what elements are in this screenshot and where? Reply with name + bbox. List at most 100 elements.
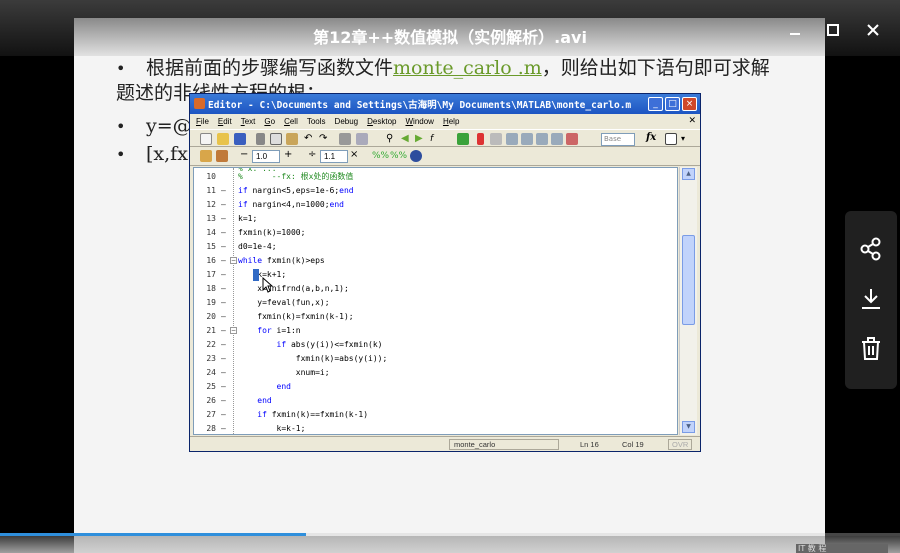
- editor-title: Editor - C:\Documents and Settings\古海明\M…: [208, 100, 632, 111]
- help-info-icon[interactable]: [410, 150, 422, 162]
- redo-icon[interactable]: ↷: [319, 133, 331, 145]
- mouse-pointer-icon: [262, 277, 274, 293]
- menu-window[interactable]: Window: [399, 114, 436, 126]
- cell-eval-icon[interactable]: [200, 150, 212, 162]
- menu-go[interactable]: Go: [258, 114, 278, 126]
- video-player: • 根据前面的步骤编写函数文件monte_carlo .m，则给出如下语句即可求解…: [0, 0, 900, 553]
- download-button[interactable]: [855, 283, 887, 315]
- clear-breakpoints-icon[interactable]: [490, 133, 502, 145]
- find-binoculars-icon[interactable]: ⚲: [386, 133, 398, 145]
- cell-eval-advance-icon[interactable]: [216, 150, 228, 162]
- open-folder-icon[interactable]: [217, 133, 229, 145]
- continue-icon[interactable]: [551, 133, 563, 145]
- menu-cell[interactable]: Cell: [278, 114, 301, 126]
- copy-icon[interactable]: [270, 133, 282, 145]
- code-line[interactable]: 20— fxmin(k)=fxmin(k-1);: [194, 310, 677, 324]
- step-out-icon[interactable]: [536, 133, 548, 145]
- minimize-button[interactable]: [784, 22, 806, 42]
- print-icon[interactable]: [339, 133, 351, 145]
- save-icon[interactable]: [234, 133, 246, 145]
- cell-mode-icon-2[interactable]: %%: [390, 150, 407, 162]
- matlab-editor-window: Editor - C:\Documents and Settings\古海明\M…: [189, 93, 701, 452]
- forward-arrow-icon[interactable]: ▶: [415, 133, 427, 145]
- dock-icon[interactable]: [665, 133, 677, 145]
- bullet-marker: •: [116, 145, 126, 164]
- close-icon: [867, 24, 879, 36]
- code-line[interactable]: 13— k=1;: [194, 212, 677, 226]
- divide-icon[interactable]: ÷: [308, 149, 316, 160]
- vertical-scrollbar[interactable]: ▲ ▼: [679, 167, 697, 435]
- side-action-panel: [845, 211, 897, 389]
- scrollbar-thumb[interactable]: [682, 235, 695, 325]
- breakpoint-icon[interactable]: [477, 133, 484, 145]
- trash-icon: [862, 337, 880, 360]
- menu-tools[interactable]: Tools: [301, 114, 329, 126]
- status-overwrite: OVR: [668, 439, 693, 450]
- code-line[interactable]: 16— while fxmin(k)>eps: [194, 254, 677, 268]
- editor-maximize-button[interactable]: □: [665, 97, 680, 111]
- bullet-item-2: • y=@(: [116, 114, 199, 139]
- increment-icon[interactable]: +: [284, 149, 292, 160]
- cell-value-input-2[interactable]: 1.1: [320, 150, 348, 163]
- code-line[interactable]: 26— end: [194, 394, 677, 408]
- multiply-icon[interactable]: ×: [350, 149, 358, 160]
- code-line[interactable]: 24— xnum=i;: [194, 366, 677, 380]
- code-line[interactable]: 27— if fxmin(k)==fxmin(k-1): [194, 408, 677, 422]
- stack-select[interactable]: Base: [601, 133, 635, 146]
- status-filename: monte_carlo: [449, 439, 559, 450]
- fold-toggle-icon[interactable]: −: [230, 327, 237, 334]
- scroll-down-icon[interactable]: ▼: [682, 421, 695, 433]
- undo-icon[interactable]: ↶: [304, 133, 316, 145]
- delete-button[interactable]: [855, 333, 887, 365]
- cell-value-input-1[interactable]: 1.0: [252, 150, 280, 163]
- editor-minimize-button[interactable]: _: [648, 97, 663, 111]
- code-editor[interactable]: % x: ... 10% --fx: 根x处的函数值 11— if nargin<…: [193, 167, 678, 435]
- layout-dropdown-icon[interactable]: ▾: [681, 133, 693, 145]
- new-file-icon[interactable]: [200, 133, 212, 145]
- decrement-icon[interactable]: −: [240, 149, 248, 160]
- menu-edit[interactable]: Edit: [212, 114, 235, 126]
- maximize-button[interactable]: [822, 22, 844, 42]
- code-line[interactable]: 12— if nargin<4,n=1000;end: [194, 198, 677, 212]
- code-line[interactable]: 22— if abs(y(i))<=fxmin(k): [194, 338, 677, 352]
- scroll-up-icon[interactable]: ▲: [682, 168, 695, 180]
- bullet-marker: •: [116, 117, 126, 136]
- menu-help[interactable]: Help: [437, 114, 462, 126]
- text-selection: [253, 269, 259, 281]
- find-files-icon[interactable]: [356, 133, 368, 145]
- code-line[interactable]: 10% --fx: 根x处的函数值: [194, 170, 677, 184]
- editor-statusbar: monte_carlo Ln 16 Col 19 OVR: [190, 436, 700, 451]
- fx-icon[interactable]: fx: [646, 132, 656, 143]
- editor-toolbar: ↶ ↷ ⚲ ◀ ▶ f Base fx ▾: [190, 129, 700, 147]
- code-line[interactable]: 25— end: [194, 380, 677, 394]
- menu-close-icon[interactable]: ✕: [688, 115, 696, 126]
- step-in-icon[interactable]: [521, 133, 533, 145]
- function-browser-icon[interactable]: f: [430, 133, 442, 145]
- menu-file[interactable]: File: [190, 114, 212, 126]
- menu-text[interactable]: Text: [235, 114, 259, 126]
- fold-toggle-icon[interactable]: −: [230, 257, 237, 264]
- cut-icon[interactable]: [256, 133, 265, 145]
- code-line[interactable]: 28— k=k-1;: [194, 422, 677, 434]
- share-button[interactable]: [855, 233, 887, 265]
- code-line[interactable]: 21— for i=1:n: [194, 324, 677, 338]
- code-line[interactable]: 14— fxmin(k)=1000;: [194, 226, 677, 240]
- cell-toolbar: − 1.0 + ÷ 1.1 × %% %%: [190, 147, 700, 166]
- close-button[interactable]: [862, 22, 884, 42]
- run-icon[interactable]: [457, 133, 469, 145]
- step-icon[interactable]: [506, 133, 518, 145]
- minimize-icon: [790, 33, 800, 35]
- menu-debug[interactable]: Debug: [329, 114, 362, 126]
- filename-link: monte_carlo .m: [393, 57, 542, 79]
- editor-titlebar[interactable]: Editor - C:\Documents and Settings\古海明\M…: [190, 94, 700, 114]
- exit-debug-icon[interactable]: [566, 133, 578, 145]
- paste-icon[interactable]: [286, 133, 298, 145]
- code-line[interactable]: 23— fxmin(k)=abs(y(i));: [194, 352, 677, 366]
- editor-close-button[interactable]: ×: [682, 97, 697, 111]
- code-line[interactable]: 19— y=feval(fun,x);: [194, 296, 677, 310]
- code-line[interactable]: 15— d0=1e-4;: [194, 240, 677, 254]
- menu-desktop[interactable]: Desktop: [361, 114, 399, 126]
- cell-mode-icon[interactable]: %%: [372, 150, 389, 162]
- code-line[interactable]: 11— if nargin<5,eps=1e-6;end: [194, 184, 677, 198]
- back-arrow-icon[interactable]: ◀: [401, 133, 413, 145]
